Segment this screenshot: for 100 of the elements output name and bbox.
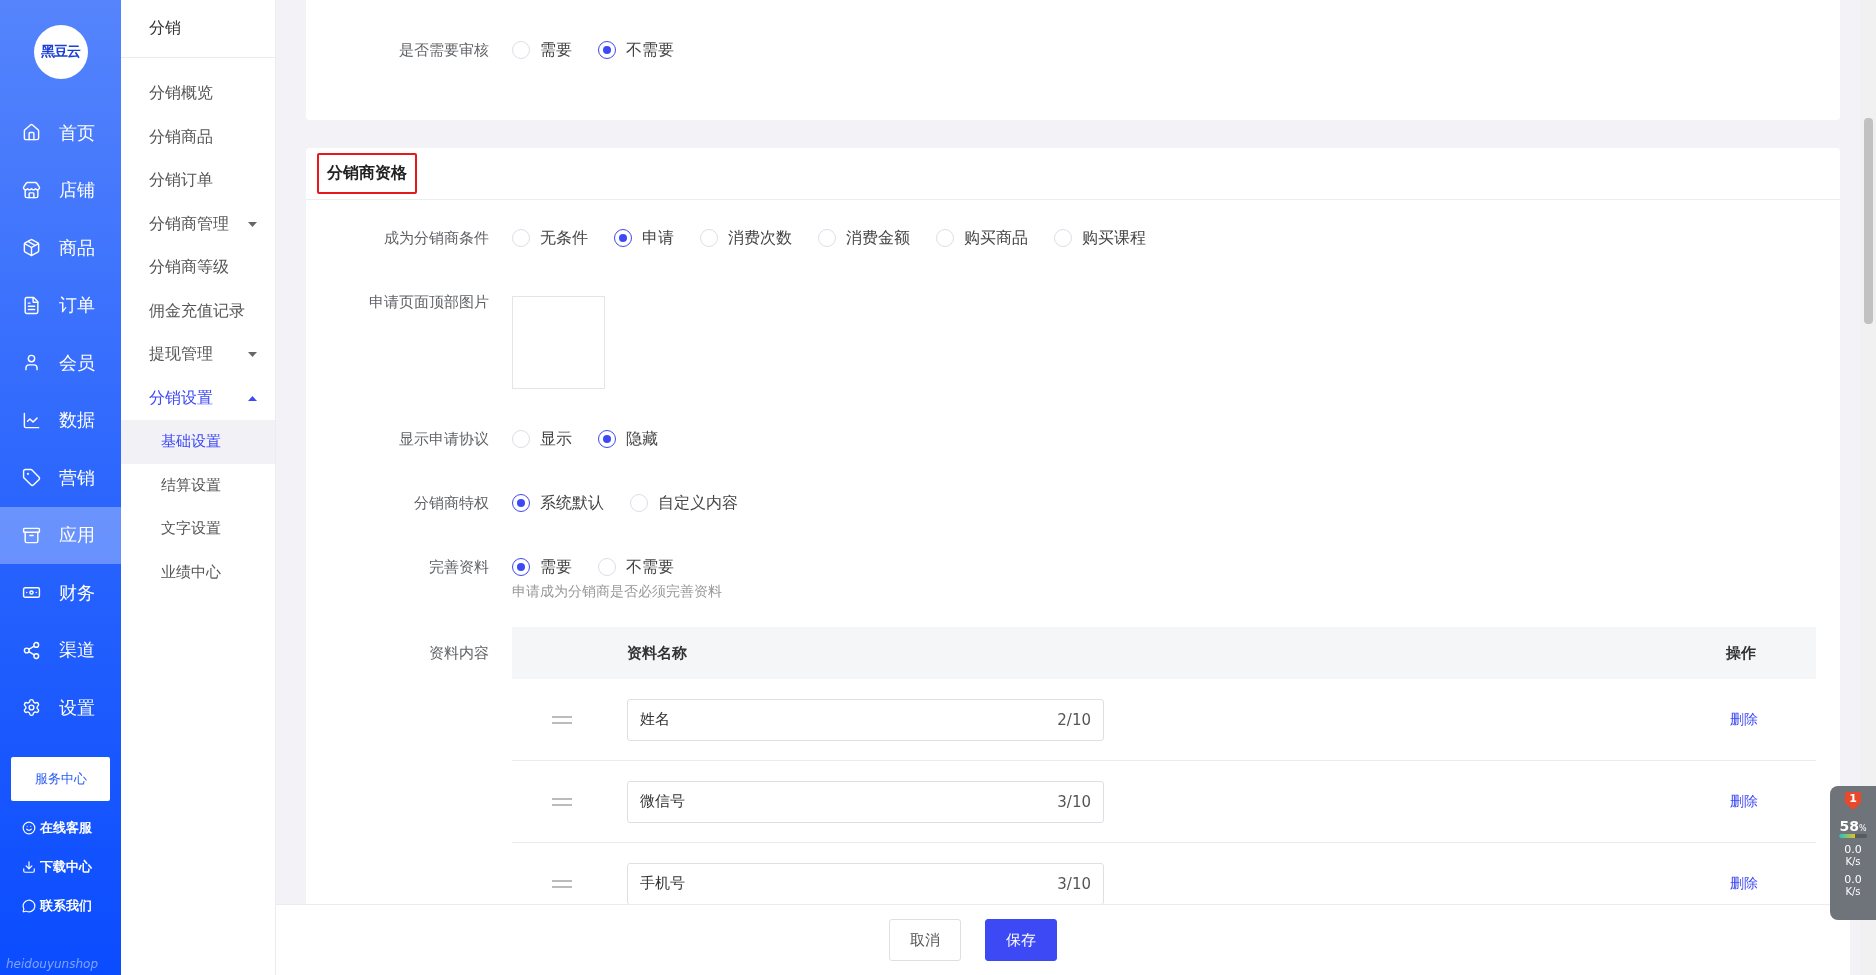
submenu-item[interactable]: 提现管理 [121,333,275,377]
radio-option[interactable]: 自定义内容 [630,491,738,515]
caret-icon [248,395,257,401]
field-label: 资料内容 [428,643,490,664]
field-label: 成为分销商条件 [383,228,490,249]
radio-option[interactable]: 需要 [512,555,572,579]
submenu-item[interactable]: 分销商等级 [121,246,275,290]
radio-option[interactable]: 无条件 [512,226,588,250]
document-icon [22,295,41,315]
radio-label: 不需要 [626,556,674,578]
caret-icon [248,352,257,358]
tag-icon [22,468,41,488]
service-center-button[interactable]: 服务中心 [11,756,110,801]
help-link[interactable]: 在线客服 [0,808,121,848]
caret-icon [248,221,257,227]
store-icon [22,180,41,200]
delete-link[interactable]: 删除 [1730,710,1758,729]
field-label: 是否需要审核 [398,40,490,61]
nav-item[interactable]: 营销 [0,449,121,507]
radio-option[interactable]: 购买商品 [936,226,1028,250]
save-button[interactable]: 保存 [985,919,1057,961]
radio-label: 无条件 [540,227,588,249]
radio-label: 消费金额 [846,227,910,249]
box-icon [22,238,41,258]
download-speed: 0.0 K/s [1844,874,1862,898]
submenu-item[interactable]: 结算设置 [121,463,275,507]
logo: 黑豆云 [33,25,88,79]
card-title: 分销商资格 [317,153,417,194]
archive-icon [22,525,41,545]
radio-label: 系统默认 [540,492,604,514]
field-label: 显示申请协议 [398,429,490,450]
radio-label: 购买课程 [1082,227,1146,249]
field-hint: 申请成为分销商是否必须完善资料 [512,583,723,601]
radio-label: 消费次数 [728,227,792,249]
submenu-item[interactable]: 分销商管理 [121,202,275,246]
drag-handle-icon[interactable] [552,878,572,889]
radio-label: 需要 [540,556,572,578]
submenu-item[interactable]: 分销概览 [121,72,275,116]
field-label: 分销商特权 [413,493,490,514]
field-label: 完善资料 [428,557,490,578]
drag-handle-icon[interactable] [552,796,572,807]
alert-badge: 1 [1845,792,1861,810]
radio-label: 自定义内容 [658,492,738,514]
radio-option[interactable]: 需要 [512,38,572,62]
field-label: 申请页面顶部图片 [368,292,490,313]
radio-option[interactable]: 消费次数 [700,226,792,250]
drag-handle-icon[interactable] [552,714,572,725]
column-header: 操作 [1726,643,1757,663]
radio-label: 购买商品 [964,227,1028,249]
radio-option[interactable]: 不需要 [598,38,674,62]
share-icon [22,640,41,660]
nav-item[interactable]: 数据 [0,391,121,449]
submenu-title: 分销 [121,0,275,58]
cancel-button[interactable]: 取消 [889,919,961,961]
delete-link[interactable]: 删除 [1730,874,1758,893]
nav-item[interactable]: 店铺 [0,161,121,219]
submenu-item[interactable]: 分销商品 [121,115,275,159]
radio-label: 申请 [642,227,674,249]
usage-bar [1839,834,1867,838]
radio-option[interactable]: 显示 [512,427,572,451]
cpu-reading: 58% [1839,818,1867,834]
radio-label: 不需要 [626,39,674,61]
nav-item[interactable]: 订单 [0,276,121,334]
submenu-item[interactable]: 分销订单 [121,159,275,203]
chat-icon [22,899,36,913]
help-link[interactable]: 联系我们 [0,886,121,926]
submenu-item[interactable]: 基础设置 [121,420,275,464]
brand-text: heidouyunshop [5,957,99,973]
delete-link[interactable]: 删除 [1730,792,1758,811]
nav-item[interactable]: 设置 [0,679,121,737]
input-field[interactable]: 微信号 3/10 [627,780,1104,823]
submenu-item[interactable]: 文字设置 [121,507,275,551]
input-field[interactable]: 姓名 2/10 [627,698,1104,741]
radio-option[interactable]: 隐藏 [598,427,658,451]
radio-option[interactable]: 不需要 [598,555,674,579]
radio-option[interactable]: 申请 [614,226,674,250]
settings-icon [22,698,41,718]
radio-option[interactable]: 购买课程 [1054,226,1146,250]
image-upload-box[interactable] [512,296,605,389]
house-icon [22,123,41,143]
radio-label: 需要 [540,39,572,61]
user-icon [22,353,41,373]
radio-option[interactable]: 消费金额 [818,226,910,250]
nav-item[interactable]: 会员 [0,334,121,392]
download-icon [22,860,36,874]
nav-item[interactable]: 商品 [0,219,121,277]
column-header: 资料名称 [627,643,688,663]
nav-item[interactable]: 首页 [0,104,121,162]
submenu-item[interactable]: 分销设置 [121,376,275,420]
chart-icon [22,410,41,430]
smile-icon [22,821,36,835]
submenu-item[interactable]: 业绩中心 [121,550,275,594]
help-link[interactable]: 下载中心 [0,847,121,887]
nav-item[interactable]: 渠道 [0,621,121,679]
radio-label: 显示 [540,428,572,450]
upload-speed: 0.0 K/s [1844,844,1862,868]
radio-label: 隐藏 [626,428,658,450]
radio-option[interactable]: 系统默认 [512,491,604,515]
submenu-item[interactable]: 佣金充值记录 [121,289,275,333]
nav-item[interactable]: 财务 [0,564,121,622]
